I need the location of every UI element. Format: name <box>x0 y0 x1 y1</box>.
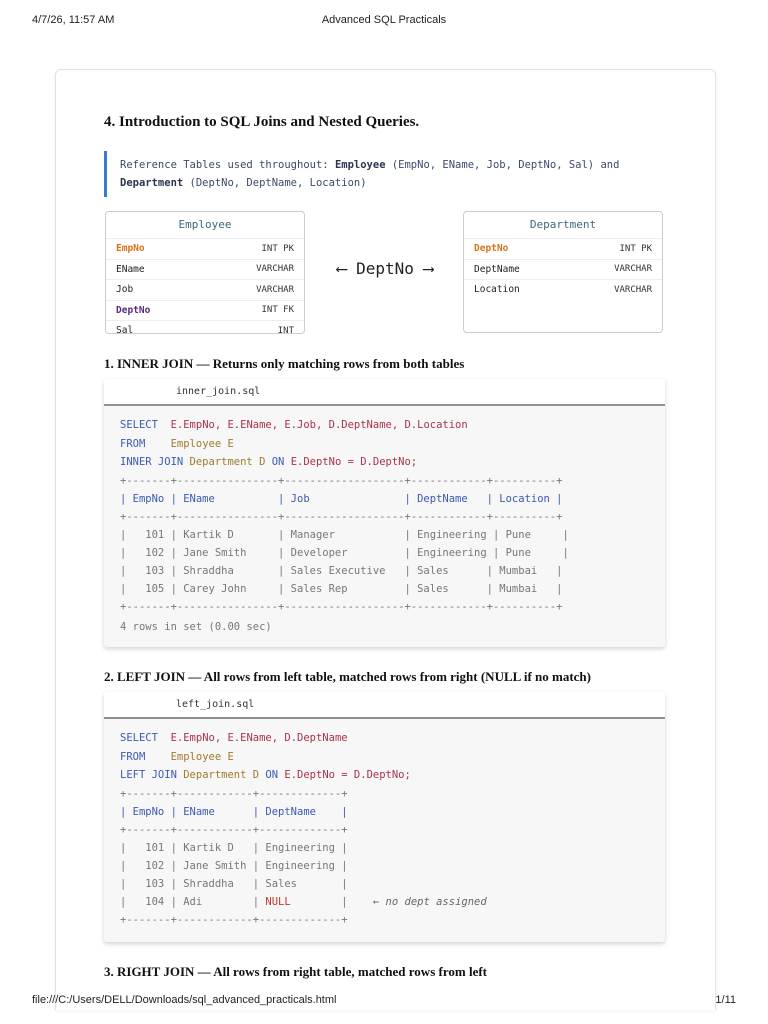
result-header-line: | EmpNo | EName | Job | DeptName | Locat… <box>120 492 563 505</box>
callout-table-department: Department <box>120 176 184 189</box>
sql-fields: E.EmpNo, E.EName, E.Job, D.DeptName, D.L… <box>157 419 468 431</box>
sql-fields: E.EmpNo, E.EName, D.DeptName <box>157 732 348 744</box>
schema-row: Job VARCHAR <box>106 279 304 300</box>
schema-row: Sal INT <box>106 320 304 334</box>
query-line: LEFT JOIN Department D ON E.DeptNo = D.D… <box>120 766 649 785</box>
inner-join-heading: 1. INNER JOIN — Returns only matching ro… <box>104 356 465 371</box>
schema-col-name: Sal <box>116 325 134 334</box>
schema-col-type: INT PK <box>261 243 294 254</box>
schema-col-type: INT PK <box>619 243 652 254</box>
result-line: | 102 | Jane Smith | Developer | Enginee… <box>120 546 569 559</box>
sql-table: Department D <box>183 456 266 468</box>
right-join-heading: 3. RIGHT JOIN — All rows from right tabl… <box>104 964 487 979</box>
inner-join-filename-tab[interactable]: inner_join.sql <box>104 379 665 406</box>
result-summary: 4 rows in set (0.00 sec) <box>120 620 272 633</box>
query-line: FROM Employee E <box>120 748 649 767</box>
query-line: SELECT E.EmpNo, E.EName, D.DeptName <box>120 729 649 748</box>
schema-col-type: VARCHAR <box>256 284 294 295</box>
query-line: INNER JOIN Department D ON E.DeptNo = D.… <box>120 453 649 472</box>
schema-col-name: DeptName <box>474 263 520 275</box>
schema-col-name: Job <box>116 284 134 296</box>
schema-col-name: EName <box>116 263 145 275</box>
left-join-filename-tab[interactable]: left_join.sql <box>104 692 665 719</box>
schema-col-type: INT <box>277 325 294 334</box>
sql-keyword: SELECT <box>120 732 158 744</box>
schema-col-name: Location <box>474 284 520 296</box>
null-value: NULL <box>265 895 291 908</box>
result-header-line: | EmpNo | EName | DeptName | <box>120 805 348 818</box>
sql-keyword: INNER JOIN <box>120 456 184 468</box>
left-join-code-block: left_join.sql SELECT E.EmpNo, E.EName, D… <box>104 692 665 942</box>
sql-condition: E.DeptNo = D.DeptNo; <box>278 769 411 781</box>
sql-table: Employee E <box>145 750 234 763</box>
sql-keyword: FROM <box>120 750 146 763</box>
result-line: | 101 | Kartik D | Manager | Engineering… <box>120 528 569 541</box>
query-line: SELECT E.EmpNo, E.EName, E.Job, D.DeptNa… <box>120 416 649 435</box>
schema-row: DeptNo INT PK <box>464 238 662 259</box>
schema-col-type: VARCHAR <box>614 264 652 275</box>
sql-keyword: ON <box>259 769 279 781</box>
callout-employee-cols: (EmpNo, EName, Job, DeptNo, Sal) and <box>385 159 620 171</box>
sql-keyword: ON <box>265 456 285 468</box>
result-line: +-------+------------+-------------+ <box>120 913 348 926</box>
schema-row: DeptName VARCHAR <box>464 258 662 280</box>
inner-join-code-body: SELECT E.EmpNo, E.EName, E.Job, D.DeptNa… <box>104 406 665 638</box>
result-line: +-------+------------+-------------+ <box>120 823 348 836</box>
null-row-prefix: | 104 | Adi | <box>120 895 266 908</box>
department-schema-table: Department DeptNo INT PK DeptName VARCHA… <box>463 211 663 333</box>
result-line: | 103 | Shraddha | Sales | <box>120 877 348 890</box>
schema-row: Location VARCHAR <box>464 279 662 300</box>
department-schema-title: Department <box>529 218 597 231</box>
callout-department-cols: (DeptNo, DeptName, Location) <box>183 176 367 189</box>
print-header: 4/7/26, 11:57 AM Advanced SQL Practicals <box>0 14 768 32</box>
employee-schema-table: Employee EmpNo INT PK EName VARCHAR Job … <box>105 211 305 334</box>
left-join-heading: 2. LEFT JOIN — All rows from left table,… <box>104 669 591 684</box>
schema-col-name: DeptNo <box>116 304 151 316</box>
sql-keyword: LEFT JOIN <box>120 769 177 781</box>
schema-row: DeptNo INT FK <box>106 299 304 321</box>
sql-table: Department D <box>176 769 260 781</box>
schema-col-type: INT FK <box>261 305 294 316</box>
callout-table-employee: Employee <box>334 159 386 171</box>
query-line: FROM Employee E <box>120 435 649 454</box>
sql-condition: E.DeptNo = D.DeptNo; <box>284 456 418 468</box>
schema-col-name: DeptNo <box>474 243 509 255</box>
result-line: +-------+------------+-------------+ <box>120 787 348 800</box>
inner-join-code-block: inner_join.sql SELECT E.EmpNo, E.EName, … <box>104 379 665 647</box>
result-line: | 103 | Shraddha | Sales Executive | Sal… <box>120 564 563 577</box>
result-line: | 101 | Kartik D | Engineering | <box>120 841 348 854</box>
result-null-line: | 104 | Adi | NULL | ← no dept assigned <box>120 893 649 911</box>
deptno-relation-arrow: ⟵ DeptNo ⟶ <box>336 259 434 278</box>
reference-callout: Reference Tables used throughout: Employ… <box>104 151 664 197</box>
result-line: | 105 | Carey John | Sales Rep | Sales |… <box>120 582 563 595</box>
result-line: | 102 | Jane Smith | Engineering | <box>120 859 348 872</box>
print-doc-title: Advanced SQL Practicals <box>321 14 447 26</box>
section-title: 4. Introduction to SQL Joins and Nested … <box>104 114 420 130</box>
sql-table: Employee E <box>145 437 234 450</box>
employee-schema-title: Employee <box>178 218 232 231</box>
schema-col-name: EmpNo <box>116 243 145 255</box>
print-page-indicator: 1/11 <box>715 994 736 1006</box>
print-footer: file:///C:/Users/DELL/Downloads/sql_adva… <box>0 994 768 1012</box>
null-note: ← no dept assigned <box>347 895 487 908</box>
print-file-path: file:///C:/Users/DELL/Downloads/sql_adva… <box>32 994 337 1006</box>
schema-row: EName VARCHAR <box>106 258 304 280</box>
null-row-suffix: | <box>290 895 348 908</box>
result-line: +-------+----------------+--------------… <box>120 510 563 523</box>
schema-row: EmpNo INT PK <box>106 238 304 259</box>
result-line: +-------+----------------+--------------… <box>120 600 563 613</box>
callout-prefix: Reference Tables used throughout: <box>120 159 335 171</box>
left-join-code-body: SELECT E.EmpNo, E.EName, D.DeptName FROM… <box>104 719 665 929</box>
result-line: +-------+----------------+--------------… <box>120 474 563 487</box>
schema-col-type: VARCHAR <box>256 264 294 275</box>
schema-col-type: VARCHAR <box>614 284 652 295</box>
sql-keyword: FROM <box>120 437 146 450</box>
sql-keyword: SELECT <box>120 419 158 431</box>
